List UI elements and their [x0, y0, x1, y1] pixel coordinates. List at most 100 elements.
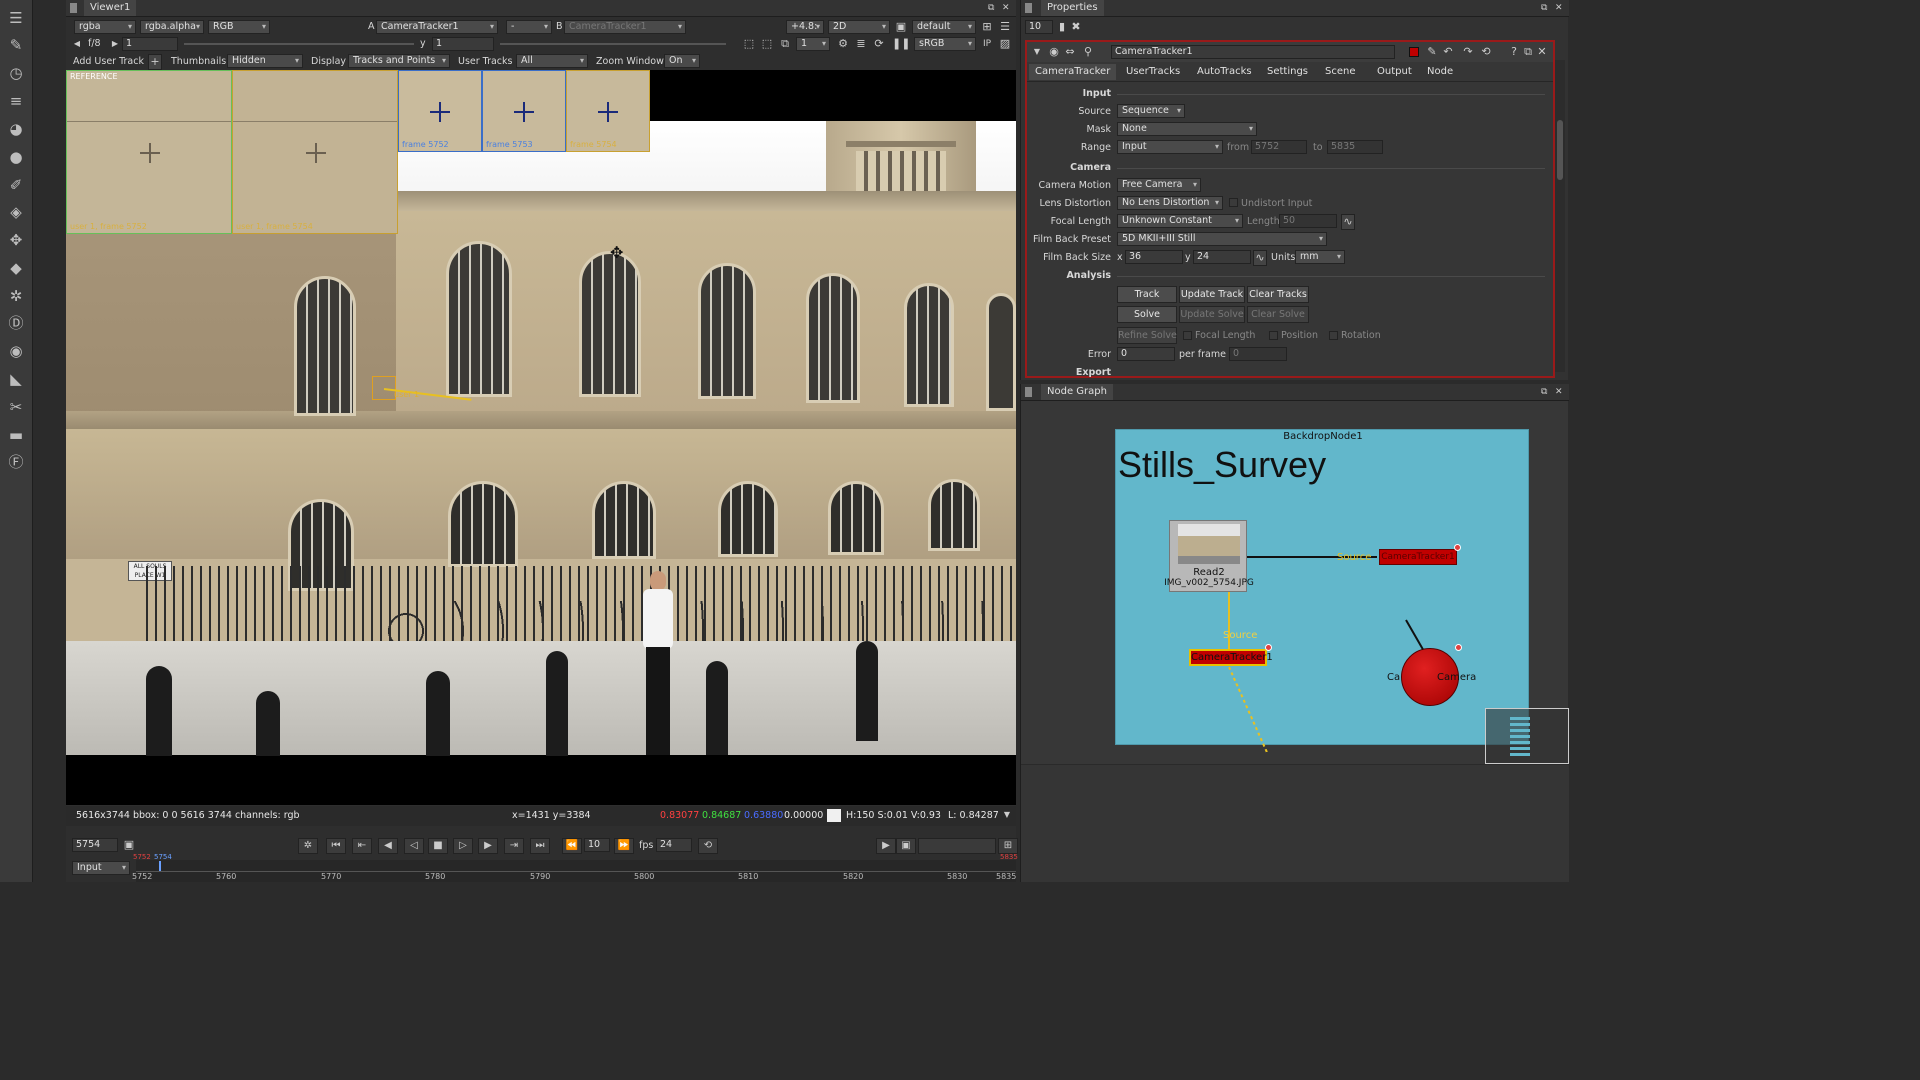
timeline[interactable] — [136, 860, 1016, 882]
transform-icon[interactable]: ✥ — [5, 230, 27, 250]
lock-icon[interactable]: ▮ — [1055, 20, 1069, 34]
loop-button[interactable]: ⟲ — [698, 838, 718, 854]
first-frame-button[interactable]: ⏮ — [326, 838, 346, 854]
gamma-slider[interactable] — [500, 43, 726, 45]
tab-output[interactable]: Output — [1371, 64, 1418, 80]
gain-field[interactable]: 1 — [122, 37, 178, 51]
tab-node-graph[interactable]: Node Graph — [1041, 384, 1113, 400]
stop-button[interactable]: ■ — [428, 838, 448, 854]
other-icon[interactable]: ▬ — [5, 425, 27, 445]
focal-length-select[interactable]: Unknown Constant — [1117, 214, 1243, 228]
viewer-menu-icon[interactable]: ☰ — [998, 20, 1012, 34]
panel-menu-icon[interactable] — [1025, 387, 1032, 397]
node-graph-navigator[interactable] — [1485, 708, 1569, 764]
range-from-field[interactable]: 5752 — [1251, 140, 1307, 154]
monitor-icon[interactable]: ▨ — [998, 37, 1012, 51]
menu-icon[interactable]: ☰ — [5, 8, 27, 28]
gamma-field[interactable]: 1 — [432, 37, 494, 51]
refine-rotation-checkbox[interactable] — [1329, 331, 1338, 340]
camera-motion-select[interactable]: Free Camera — [1117, 178, 1201, 192]
roi-icon[interactable]: ⊞ — [980, 20, 994, 34]
status-menu-icon[interactable]: ▼ — [1002, 808, 1012, 822]
metadata-icon[interactable]: ◣ — [5, 369, 27, 389]
lut-select[interactable]: sRGB — [914, 37, 976, 51]
stack-icon[interactable]: ≣ — [854, 37, 868, 51]
fstop-next-icon[interactable]: ▶ — [110, 37, 120, 51]
clear-panels-icon[interactable]: ✖ — [1069, 20, 1083, 34]
skip-back-button[interactable]: ⏪ — [562, 838, 582, 854]
pause-icon[interactable]: ❚❚ — [892, 37, 910, 51]
refine-focal-checkbox[interactable] — [1183, 331, 1192, 340]
refine-solve-button[interactable]: Refine Solve — [1117, 327, 1177, 344]
mask-select[interactable]: None — [1117, 122, 1257, 136]
keyer-icon[interactable]: ✐ — [5, 175, 27, 195]
play-backward-button[interactable]: ◁ — [404, 838, 424, 854]
error-field[interactable]: 0 — [1117, 347, 1175, 361]
refine-position-checkbox[interactable] — [1269, 331, 1278, 340]
solve-button[interactable]: Solve — [1117, 306, 1177, 323]
properties-scrollbar[interactable] — [1555, 60, 1565, 372]
next-frame-button[interactable]: ▶ — [478, 838, 498, 854]
tab-usertracks[interactable]: UserTracks — [1120, 64, 1186, 80]
collapse-icon[interactable]: ▼ — [1031, 45, 1043, 59]
read-node[interactable]: Read2 IMG_v002_5754.JPG — [1164, 520, 1254, 592]
gain-slider[interactable] — [184, 43, 414, 45]
track-button[interactable]: Track — [1117, 286, 1177, 303]
prev-keyframe-button[interactable]: ⇤ — [352, 838, 372, 854]
gain-select[interactable]: +4.8: — [786, 20, 824, 34]
timeline-range-select[interactable]: Input — [72, 861, 130, 875]
fps-field[interactable]: 24 — [656, 838, 692, 852]
thumbnail-frame-5754[interactable]: frame 5754 — [566, 70, 650, 152]
views-icon[interactable]: ◉ — [5, 341, 27, 361]
source-select[interactable]: Sequence — [1117, 104, 1185, 118]
update-solve-button[interactable]: Update Solve — [1179, 306, 1245, 323]
deep-icon[interactable]: Ⓓ — [5, 313, 27, 333]
colorspace-select[interactable]: RGB — [208, 20, 270, 34]
panel-menu-icon[interactable] — [1025, 3, 1032, 13]
user-tracks-select[interactable]: All — [516, 54, 588, 68]
settings-icon[interactable]: ⚙ — [836, 37, 850, 51]
revert-icon[interactable]: ⟲ — [1479, 45, 1493, 59]
clip-icon[interactable]: ▣ — [894, 20, 908, 34]
tab-settings[interactable]: Settings — [1261, 64, 1314, 80]
furnace-icon[interactable]: Ⓕ — [5, 452, 27, 472]
range-to-field[interactable]: 5835 — [1327, 140, 1383, 154]
length-curve-icon[interactable]: ∿ — [1341, 214, 1355, 230]
skip-forward-button[interactable]: ⏩ — [614, 838, 634, 854]
color-icon[interactable]: ◕ — [5, 119, 27, 139]
cameratracker-node-2[interactable]: CameraTracker1 — [1379, 549, 1457, 565]
last-frame-button[interactable]: ⏭ — [530, 838, 550, 854]
undistort-input-checkbox[interactable] — [1229, 198, 1238, 207]
proxy-select[interactable]: 1 — [796, 37, 830, 51]
alpha-select[interactable]: rgba.alpha — [140, 20, 204, 34]
help-icon[interactable]: ? — [1507, 45, 1521, 59]
prev-frame-button[interactable]: ◀ — [378, 838, 398, 854]
tab-viewer[interactable]: Viewer1 — [84, 0, 137, 16]
float-icon[interactable]: ⧉ — [1541, 385, 1547, 399]
node-name-field[interactable]: CameraTracker1 — [1111, 45, 1395, 59]
zoom-window-select[interactable]: On — [664, 54, 700, 68]
input-b-select[interactable]: CameraTracker1 — [564, 20, 686, 34]
float-panel-icon[interactable]: ⧉ — [1521, 45, 1535, 59]
max-panels-field[interactable]: 10 — [1025, 20, 1053, 34]
playhead[interactable] — [159, 861, 161, 871]
frame-increment-field[interactable]: 10 — [584, 838, 610, 852]
close-icon[interactable]: ✕ — [1002, 1, 1010, 15]
thumbnail-frame-5752[interactable]: frame 5752 — [398, 70, 482, 152]
tab-scene[interactable]: Scene — [1319, 64, 1362, 80]
compare-op-select[interactable]: - — [506, 20, 552, 34]
node-color-swatch[interactable] — [1409, 47, 1419, 57]
tab-properties[interactable]: Properties — [1041, 0, 1104, 16]
playback-settings-button[interactable]: ✲ — [298, 838, 318, 854]
tab-cameratracker[interactable]: CameraTracker — [1029, 64, 1117, 80]
film-size-curve-icon[interactable]: ∿ — [1253, 250, 1267, 266]
cameratracker-node[interactable]: CameraTracker1 — [1189, 649, 1273, 666]
tab-autotracks[interactable]: AutoTracks — [1191, 64, 1258, 80]
center-node-icon[interactable]: ◉ — [1047, 45, 1061, 59]
lens-distortion-select[interactable]: No Lens Distortion — [1117, 196, 1223, 210]
lut-default-select[interactable]: default — [912, 20, 976, 34]
time-icon[interactable]: ◷ — [5, 63, 27, 83]
units-select[interactable]: mm — [1295, 250, 1345, 264]
name-edit-icon[interactable]: ⇔ — [1063, 45, 1077, 59]
range-select[interactable]: Input — [1117, 140, 1223, 154]
